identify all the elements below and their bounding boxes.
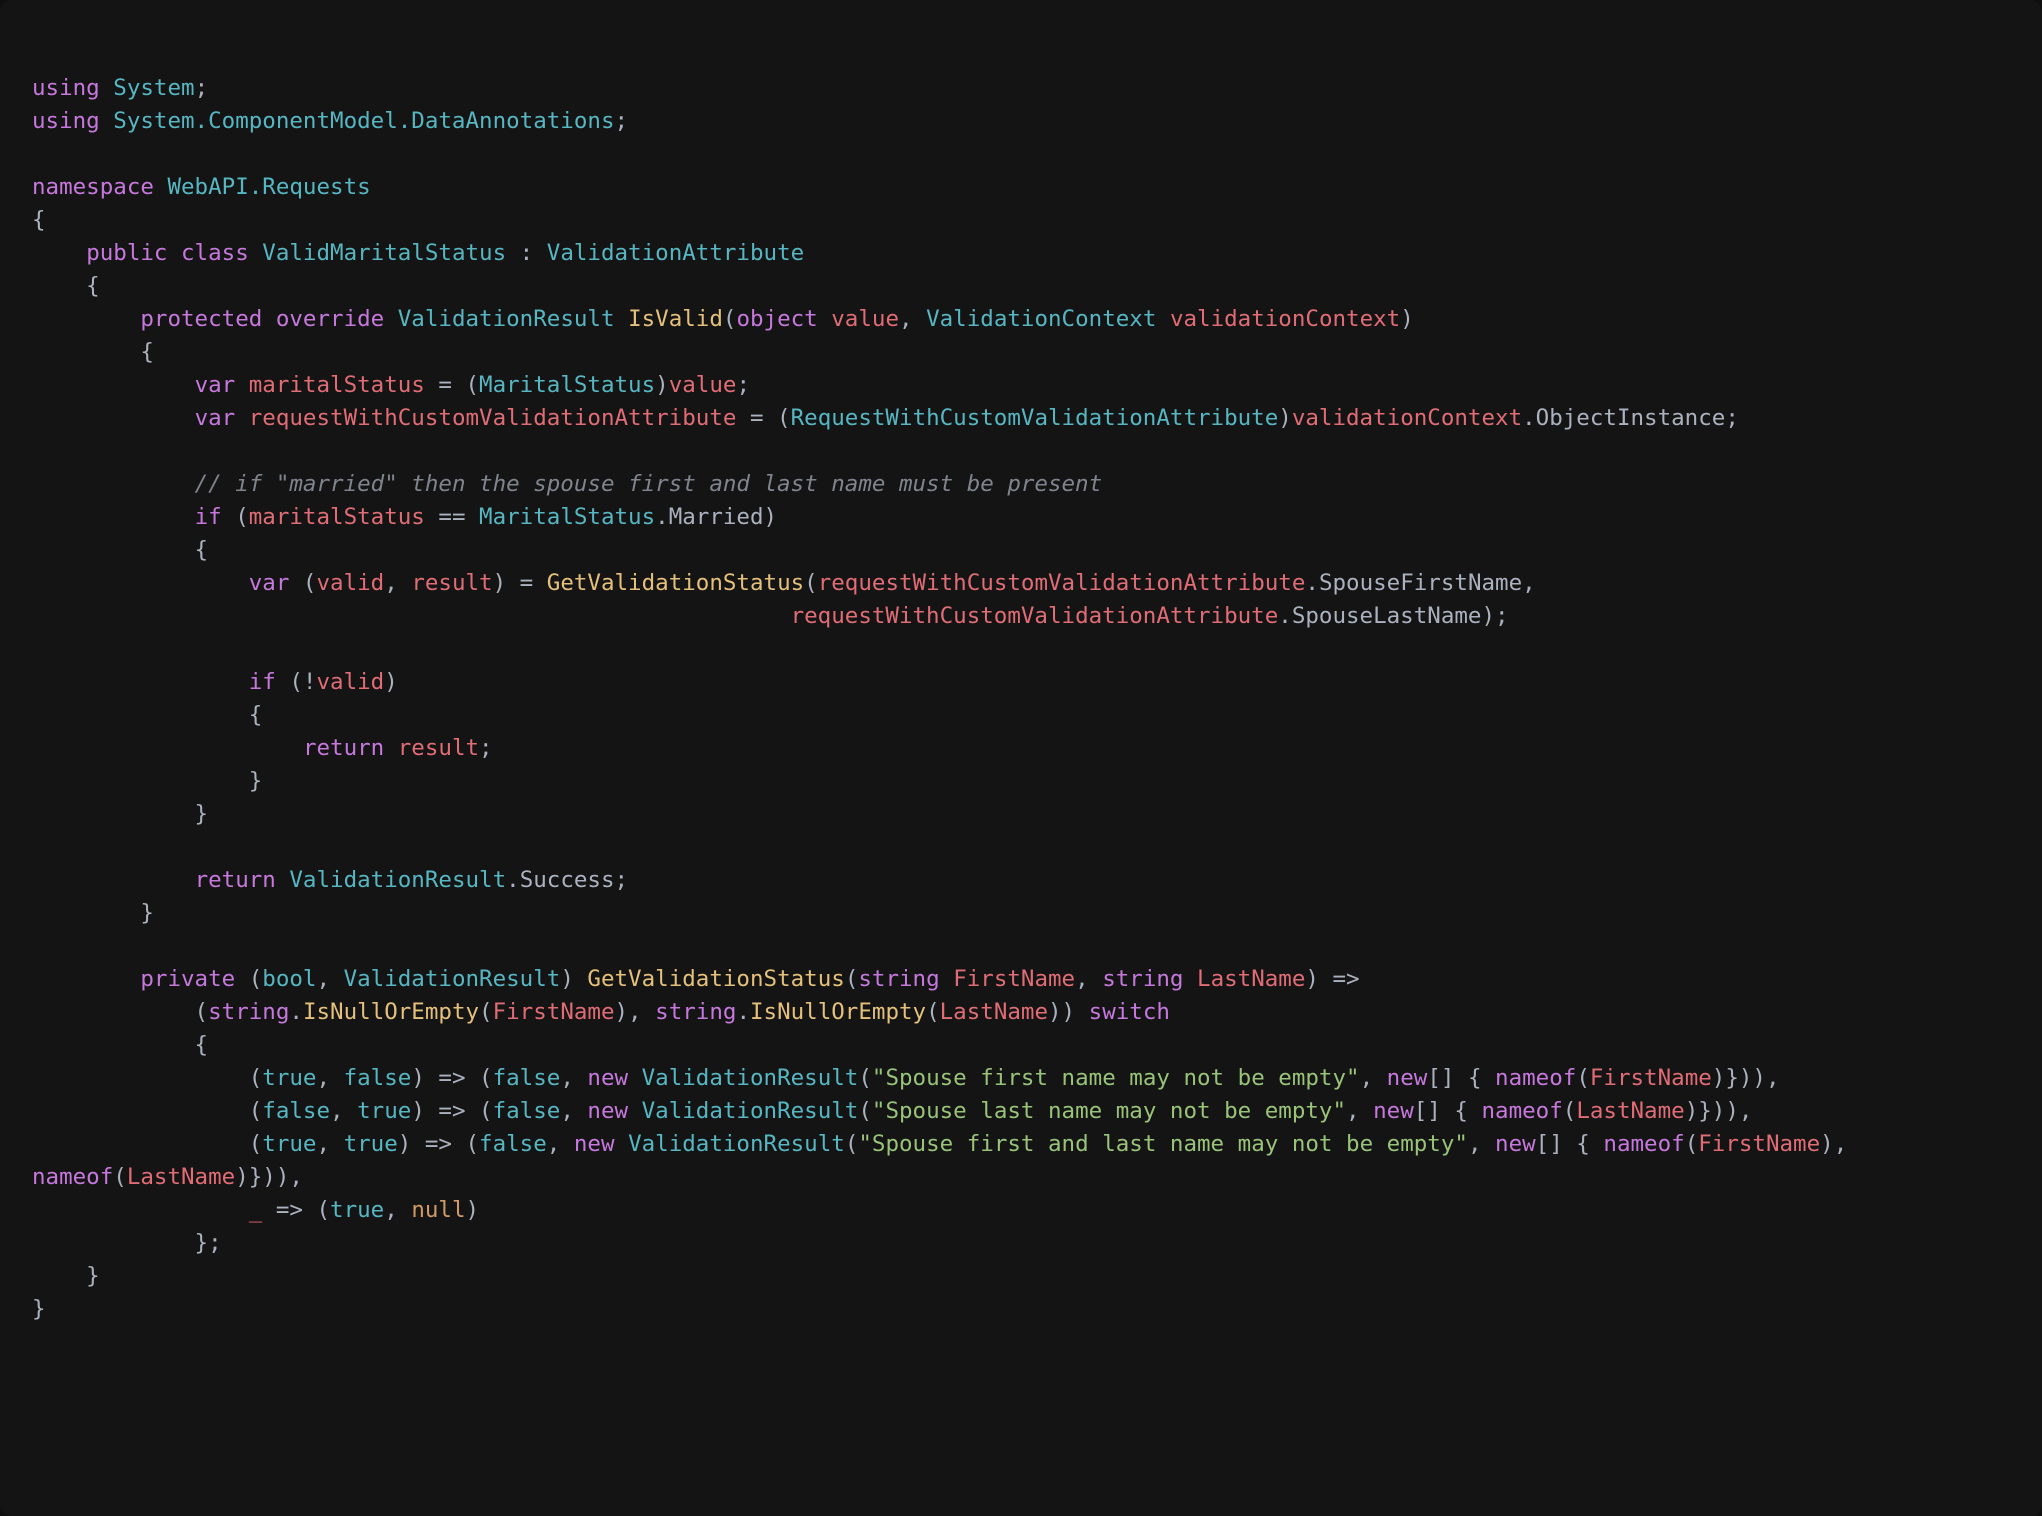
code-line: if (maritalStatus == MaritalStatus.Marri… [32,504,777,530]
code-line: private (bool, ValidationResult) GetVali… [32,966,1360,992]
code-line: using System; [32,75,208,101]
code-line: // if "married" then the spouse first an… [32,471,1102,497]
code-line: if (!valid) [32,669,398,695]
code-line: using System.ComponentModel.DataAnnotati… [32,108,628,134]
code-line: nameof(LastName)})), [32,1164,303,1190]
code-line: (true, false) => (false, new ValidationR… [32,1065,1780,1091]
code-line: _ => (true, null) [32,1197,479,1223]
code-line: { [32,273,100,299]
code-line: } [32,1263,100,1289]
code-line: { [32,537,208,563]
code-line: { [32,1032,208,1058]
code-line: { [32,702,262,728]
code-line: }; [32,1230,222,1256]
code-line: { [32,339,154,365]
code-line: (true, true) => (false, new ValidationRe… [32,1131,1861,1157]
code-line: namespace WebAPI.Requests [32,174,371,200]
code-line: { [32,207,46,233]
code-line: } [32,900,154,926]
code-line: } [32,1296,46,1322]
code-line: protected override ValidationResult IsVa… [32,306,1414,332]
code-line: return result; [32,735,493,761]
code-editor[interactable]: using System; using System.ComponentMode… [0,0,2042,1516]
code-line: (false, true) => (false, new ValidationR… [32,1098,1752,1124]
code-line: var requestWithCustomValidationAttribute… [32,405,1739,431]
code-line: var maritalStatus = (MaritalStatus)value… [32,372,750,398]
code-line: return ValidationResult.Success; [32,867,628,893]
code-line: public class ValidMaritalStatus : Valida… [32,240,804,266]
code-line: } [32,801,208,827]
code-line: } [32,768,262,794]
code-line: (string.IsNullOrEmpty(FirstName), string… [32,999,1170,1025]
code-line: requestWithCustomValidationAttribute.Spo… [32,603,1509,629]
code-line: var (valid, result) = GetValidationStatu… [32,570,1536,596]
